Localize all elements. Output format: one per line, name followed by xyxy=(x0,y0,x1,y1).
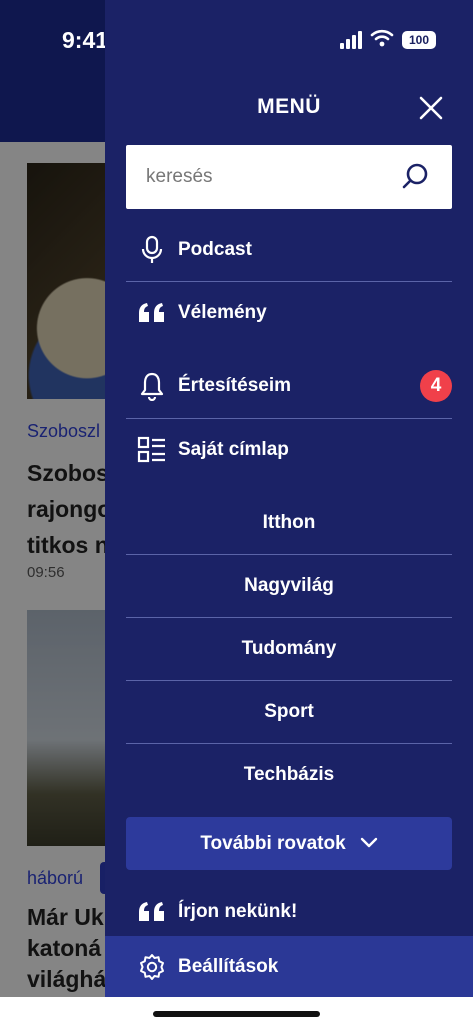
battery-icon: 100 xyxy=(402,31,436,49)
home-indicator[interactable] xyxy=(153,1011,320,1017)
gear-icon xyxy=(137,952,167,982)
close-icon[interactable] xyxy=(417,94,445,122)
status-icons: 100 xyxy=(340,28,436,52)
search-box xyxy=(126,145,452,209)
menu-item-settings[interactable]: Beállítások xyxy=(105,936,473,997)
quote-icon xyxy=(137,298,167,328)
more-sections-label: További rovatok xyxy=(200,832,346,854)
menu-item-podcast[interactable]: Podcast xyxy=(126,219,452,281)
section-itthon[interactable]: Itthon xyxy=(126,492,452,554)
chevron-down-icon xyxy=(360,833,378,855)
microphone-icon xyxy=(137,235,167,265)
section-nagyvilag[interactable]: Nagyvilág xyxy=(126,555,452,617)
menu-item-my-frontpage[interactable]: Saját címlap xyxy=(126,419,452,481)
notification-badge: 4 xyxy=(420,370,452,402)
menu-item-label: Podcast xyxy=(178,239,252,260)
wifi-icon xyxy=(370,29,394,52)
side-menu: MENÜ Podcast Vélemény Értesítéseim 4 Saj… xyxy=(105,0,473,997)
quote-icon xyxy=(137,897,167,927)
menu-item-label: Értesítéseim xyxy=(178,375,292,396)
bell-icon xyxy=(137,371,167,401)
section-tudomany[interactable]: Tudomány xyxy=(126,618,452,680)
search-input[interactable] xyxy=(146,161,386,193)
menu-item-label: Írjon nekünk! xyxy=(178,901,298,922)
menu-item-label: Saját címlap xyxy=(178,439,289,460)
section-sport[interactable]: Sport xyxy=(126,681,452,743)
section-techbazis[interactable]: Techbázis xyxy=(126,744,452,806)
menu-item-label: Vélemény xyxy=(178,302,267,323)
search-icon[interactable] xyxy=(400,162,430,192)
menu-item-write-us[interactable]: Írjon nekünk! xyxy=(126,881,452,943)
menu-item-label: Beállítások xyxy=(178,955,279,977)
cellular-signal-icon xyxy=(340,31,362,49)
menu-item-opinion[interactable]: Vélemény xyxy=(126,282,452,344)
status-time: 9:41 xyxy=(62,27,109,53)
more-sections-button[interactable]: További rovatok xyxy=(126,817,452,870)
list-layout-icon xyxy=(137,435,167,465)
menu-item-notifications[interactable]: Értesítéseim 4 xyxy=(126,355,452,417)
